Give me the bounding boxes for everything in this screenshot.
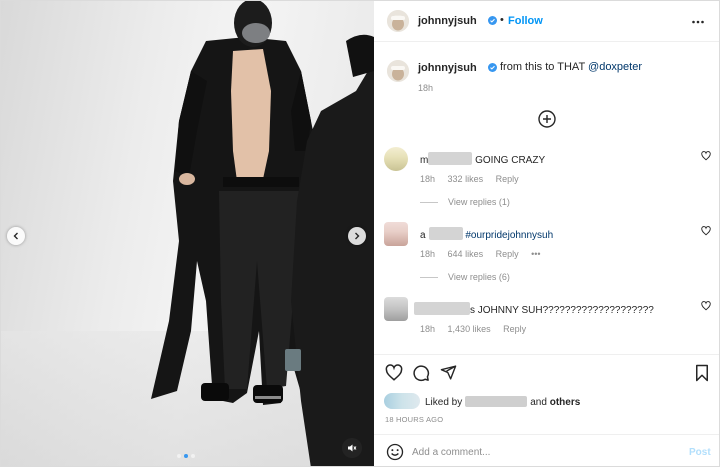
view-replies-label: View replies (6) xyxy=(448,272,510,282)
caption-mention-link[interactable]: @doxpeter xyxy=(588,61,642,73)
liked-by-row: Liked by and others xyxy=(384,393,714,409)
caption-username[interactable]: johnnyjsuh xyxy=(418,62,477,74)
chevron-left-icon xyxy=(13,232,18,240)
carousel-dot xyxy=(191,454,195,458)
caption-author-avatar[interactable] xyxy=(387,60,409,82)
caption-timestamp: 18h xyxy=(418,83,434,93)
verified-badge-icon xyxy=(488,63,497,72)
comment-meta: 18h 1,430 likes Reply xyxy=(420,324,536,334)
commenter-username[interactable]: m xyxy=(420,155,428,166)
comment-likes-count[interactable]: 1,430 likes xyxy=(448,324,491,334)
comment-meta: 18h 644 likes Reply ••• xyxy=(420,249,551,259)
comment-body: GOING CRAZY xyxy=(472,155,546,166)
comment-time: 18h xyxy=(420,324,436,334)
author-avatar[interactable] xyxy=(387,10,409,32)
bookmark-icon[interactable] xyxy=(694,364,710,382)
commenter-avatar[interactable] xyxy=(384,297,408,321)
comment-body: s JOHNNY SUH???????????????????? xyxy=(470,305,654,316)
carousel-dot xyxy=(177,454,181,458)
follow-button[interactable]: Follow xyxy=(508,15,543,27)
post-photo xyxy=(1,1,374,466)
comment-meta: 18h 332 likes Reply xyxy=(420,174,529,184)
view-replies-button[interactable]: View replies (6) xyxy=(420,272,510,282)
paper-plane-icon[interactable] xyxy=(440,364,457,381)
comment-text: a #ourpridejohnnysuh xyxy=(420,225,553,241)
commenter-username[interactable]: a xyxy=(420,230,426,241)
post-comment-button[interactable]: Post xyxy=(689,447,711,458)
separator-dot: • xyxy=(500,14,504,26)
liked-by-prefix: Liked by xyxy=(425,397,463,408)
carousel-dot-active xyxy=(184,454,188,458)
mute-toggle-button[interactable] xyxy=(342,438,362,458)
post-details-panel: johnnyjsuh • Follow johnnyjsuh from this… xyxy=(374,1,719,466)
comment-likes-count[interactable]: 332 likes xyxy=(448,174,484,184)
comment-bubble-icon[interactable] xyxy=(412,364,430,382)
post-modal: johnnyjsuh • Follow johnnyjsuh from this… xyxy=(0,0,720,467)
chevron-right-icon xyxy=(355,232,360,240)
liker-avatars[interactable] xyxy=(384,393,420,409)
post-header: johnnyjsuh • Follow xyxy=(374,1,719,42)
commenter-avatar[interactable] xyxy=(384,147,408,171)
reply-button[interactable]: Reply xyxy=(496,249,519,259)
comment-text: m GOING CRAZY xyxy=(420,150,545,166)
liked-by-text: Liked by and others xyxy=(425,396,580,408)
emoji-icon[interactable] xyxy=(386,443,404,461)
more-horizontal-icon[interactable] xyxy=(691,15,705,29)
add-comment-bar: Post xyxy=(374,434,719,466)
view-replies-label: View replies (1) xyxy=(448,197,510,207)
comment-text: s JOHNNY SUH???????????????????? xyxy=(414,300,654,316)
comment-time: 18h xyxy=(420,249,436,259)
comment-hashtag-link[interactable]: #ourpridejohnnysuh xyxy=(463,230,553,241)
redacted-username xyxy=(428,152,473,165)
post-actions: Liked by and others 18 HOURS AGO xyxy=(374,354,719,434)
caption-body: from this to THAT xyxy=(500,61,589,73)
comment-input[interactable] xyxy=(412,442,672,462)
comment-likes-count[interactable]: 644 likes xyxy=(448,249,484,259)
post-media[interactable] xyxy=(1,1,374,466)
comment-time: 18h xyxy=(420,174,436,184)
likes-others-link[interactable]: others xyxy=(550,397,581,408)
comment-options-button[interactable]: ••• xyxy=(531,249,540,259)
view-replies-button[interactable]: View replies (1) xyxy=(420,197,510,207)
reply-button[interactable]: Reply xyxy=(503,324,526,334)
author-username[interactable]: johnnyjsuh xyxy=(418,15,477,27)
avatar-image xyxy=(387,60,409,82)
redacted-liker xyxy=(465,396,528,407)
avatar-image xyxy=(387,10,409,32)
redacted-username xyxy=(414,302,470,315)
caption-text: from this to THAT @doxpeter xyxy=(500,61,642,73)
commenter-avatar[interactable] xyxy=(384,222,408,246)
verified-badge-icon xyxy=(488,16,497,25)
redacted-username xyxy=(428,227,463,240)
reply-divider-line xyxy=(420,201,438,203)
previous-slide-button[interactable] xyxy=(7,227,25,245)
speaker-muted-icon xyxy=(348,444,357,452)
carousel-indicator xyxy=(177,454,195,458)
next-slide-button[interactable] xyxy=(348,227,366,245)
heart-icon[interactable] xyxy=(701,226,711,236)
reply-button[interactable]: Reply xyxy=(496,174,519,184)
liked-by-and: and xyxy=(530,397,547,408)
heart-icon[interactable] xyxy=(385,364,403,382)
plus-circle-icon[interactable] xyxy=(537,109,557,129)
heart-icon[interactable] xyxy=(701,301,711,311)
reply-divider-line xyxy=(420,276,438,278)
post-timestamp: 18 HOURS AGO xyxy=(385,415,444,424)
comments-section[interactable]: johnnyjsuh from this to THAT @doxpeter 1… xyxy=(374,43,719,354)
heart-icon[interactable] xyxy=(701,151,711,161)
